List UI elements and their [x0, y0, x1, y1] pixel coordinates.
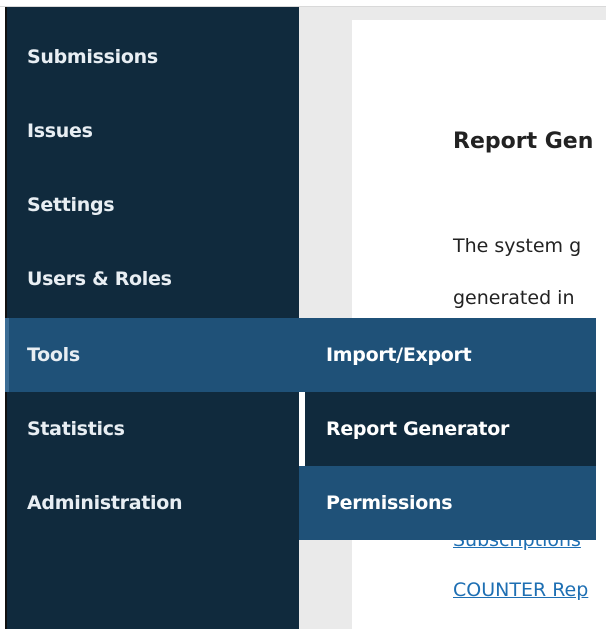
sidebar-item-submissions[interactable]: Submissions: [7, 20, 299, 94]
submenu-item-report-generator[interactable]: Report Generator: [305, 392, 596, 466]
submenu-item-label: Permissions: [326, 492, 453, 514]
sidebar-item-tools[interactable]: Tools: [7, 318, 299, 392]
report-link-counter[interactable]: COUNTER Rep: [453, 579, 588, 601]
sidebar-item-administration[interactable]: Administration: [7, 466, 299, 540]
submenu-divider: [299, 392, 305, 466]
sidebar-item-label: Settings: [27, 194, 115, 216]
submenu-item-label: Report Generator: [326, 418, 510, 440]
description-line-1: The system g: [453, 235, 582, 257]
description-line-2: generated in: [453, 287, 575, 309]
tools-submenu: Import/Export Report Generator Permissio…: [299, 318, 596, 540]
submenu-item-label: Import/Export: [326, 344, 472, 366]
sidebar-item-label: Issues: [27, 120, 93, 142]
sidebar-item-label: Submissions: [27, 46, 158, 68]
sidebar-item-issues[interactable]: Issues: [7, 94, 299, 168]
sidebar-item-label: Statistics: [27, 418, 125, 440]
sidebar-item-statistics[interactable]: Statistics: [7, 392, 299, 466]
sidebar-item-label: Users & Roles: [27, 268, 172, 290]
sidebar-item-settings[interactable]: Settings: [7, 168, 299, 242]
submenu-item-permissions[interactable]: Permissions: [299, 466, 596, 540]
top-border: [0, 0, 606, 7]
sidebar-item-label: Administration: [27, 492, 183, 514]
submenu-item-import-export[interactable]: Import/Export: [299, 318, 596, 392]
page-title: Report Gen: [453, 129, 594, 154]
sidebar-item-label: Tools: [27, 344, 80, 366]
sidebar-item-users-roles[interactable]: Users & Roles: [7, 242, 299, 316]
